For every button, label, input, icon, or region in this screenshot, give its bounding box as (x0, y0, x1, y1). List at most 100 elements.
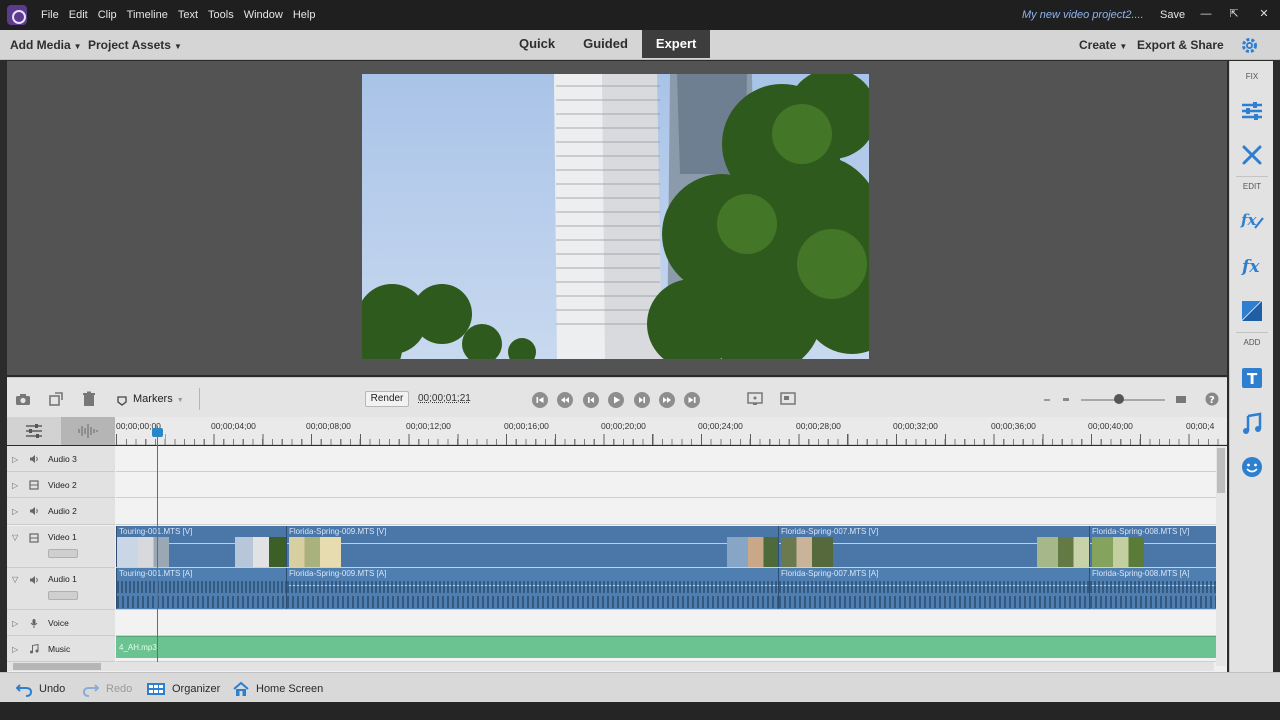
tab-guided[interactable]: Guided (569, 30, 642, 58)
playhead-handle[interactable] (152, 428, 163, 437)
menu-file[interactable]: File (41, 9, 59, 21)
play-icon[interactable] (608, 392, 624, 408)
expand-icon[interactable]: ▷ (12, 507, 18, 516)
expand-icon[interactable]: ▷ (12, 645, 18, 654)
organizer-button[interactable]: Organizer (146, 681, 220, 697)
timecode-display[interactable]: 00;00;01;21 (418, 393, 471, 404)
collapse-icon[interactable]: ▽ (12, 575, 18, 584)
help-icon[interactable]: ? (1204, 391, 1220, 407)
marker-icon[interactable] (117, 393, 127, 406)
menu-edit[interactable]: Edit (69, 9, 88, 21)
redo-button[interactable]: Redo (82, 681, 132, 697)
audio-clip[interactable]: Touring-001.MTS [A] (116, 568, 286, 609)
music-clip[interactable]: 4_AH.mp3 (116, 636, 1216, 658)
tab-expert[interactable]: Expert (641, 30, 711, 58)
track-settings-icon[interactable] (7, 417, 61, 445)
playhead-line[interactable] (157, 426, 158, 666)
gear-icon[interactable] (1241, 37, 1258, 54)
ruler-scale[interactable]: 00;00;00;00 00;00;04;00 00;00;08;00 00;0… (116, 417, 1227, 445)
video-clip[interactable]: Florida-Spring-008.MTS [V] (1089, 526, 1216, 567)
fullscreen-icon[interactable] (780, 391, 796, 407)
menu-clip[interactable]: Clip (98, 9, 117, 21)
music-icon[interactable] (1240, 412, 1264, 436)
audio-clip[interactable]: Florida-Spring-007.MTS [A] (778, 568, 1089, 609)
markers-dropdown[interactable]: Markers ▼ (133, 393, 184, 405)
expand-icon[interactable]: ▷ (12, 481, 18, 490)
audio-clip[interactable]: Florida-Spring-009.MTS [A] (286, 568, 778, 609)
track-lane-audio-2[interactable] (116, 498, 1216, 525)
rewind-icon[interactable] (557, 392, 573, 408)
save-button[interactable]: Save (1160, 9, 1185, 21)
expand-icon[interactable]: ▷ (12, 455, 18, 464)
track-controls[interactable] (48, 591, 78, 600)
applied-effects-icon[interactable]: fx (1240, 208, 1264, 232)
timeline-ruler[interactable]: 00;00;00;00 00;00;04;00 00;00;08;00 00;0… (7, 417, 1227, 445)
track-lane-music[interactable]: 4_AH.mp3 (116, 636, 1216, 662)
menu-timeline[interactable]: Timeline (127, 9, 168, 21)
video-clip[interactable]: Touring-001.MTS [V] (116, 526, 286, 567)
render-button[interactable]: Render (365, 391, 409, 407)
titles-icon[interactable]: T (1240, 366, 1264, 390)
track-controls[interactable] (48, 549, 78, 558)
horizontal-scrollbar[interactable] (7, 662, 1214, 671)
audio-clip[interactable]: Florida-Spring-008.MTS [A] (1089, 568, 1216, 609)
track-header-audio-2[interactable]: ▷ Audio 2 (7, 498, 115, 525)
zoom-out-fit-icon[interactable] (1043, 391, 1051, 407)
detach-icon[interactable] (48, 391, 64, 407)
graphics-icon[interactable] (1240, 455, 1264, 479)
menu-window[interactable]: Window (244, 9, 283, 21)
menu-help[interactable]: Help (293, 9, 316, 21)
scrollbar-thumb[interactable] (1217, 448, 1225, 493)
close-icon[interactable]: ✕ (1253, 4, 1275, 24)
transitions-icon[interactable] (1240, 299, 1264, 323)
project-name[interactable]: My new video project2.... (1022, 9, 1144, 21)
expand-icon[interactable]: ▷ (12, 619, 18, 628)
track-lane-audio-3[interactable] (116, 446, 1216, 472)
track-name: Music (48, 644, 71, 654)
track-lane-video-1[interactable]: Touring-001.MTS [V] Florida-Spring-009.M… (116, 526, 1216, 568)
create-button[interactable]: Create ▼ (1079, 38, 1127, 52)
goto-start-icon[interactable] (532, 392, 548, 408)
video-clip[interactable]: Florida-Spring-007.MTS [V] (778, 526, 1089, 567)
monitor-icon[interactable] (747, 391, 763, 407)
camera-icon[interactable] (15, 391, 31, 407)
fast-forward-icon[interactable] (659, 392, 675, 408)
step-forward-icon[interactable] (634, 392, 650, 408)
track-header-music[interactable]: ▷ Music (7, 636, 115, 662)
collapse-icon[interactable]: ▽ (12, 533, 18, 542)
video-clip[interactable]: Florida-Spring-009.MTS [V] (286, 526, 778, 567)
minimize-icon[interactable]: — (1195, 4, 1217, 24)
zoom-out-icon[interactable] (1062, 391, 1070, 407)
menu-tools[interactable]: Tools (208, 9, 234, 21)
effects-icon[interactable]: fx (1240, 254, 1264, 278)
track-header-voice[interactable]: ▷ Voice (7, 610, 115, 636)
trash-icon[interactable] (81, 391, 97, 407)
project-assets-button[interactable]: Project Assets ▼ (88, 38, 182, 52)
track-header-video-2[interactable]: ▷ Video 2 (7, 472, 115, 498)
add-media-button[interactable]: Add Media ▼ (10, 38, 82, 52)
export-share-button[interactable]: Export & Share (1137, 38, 1224, 52)
undo-label: Undo (39, 683, 66, 695)
restore-icon[interactable]: ⇱ (1223, 4, 1245, 24)
adjust-icon[interactable] (1240, 99, 1264, 123)
scrollbar-thumb[interactable] (13, 663, 101, 670)
menu-text[interactable]: Text (178, 9, 198, 21)
video-preview-frame[interactable] (362, 74, 869, 359)
zoom-slider-handle[interactable] (1114, 394, 1124, 404)
track-lane-voice[interactable] (116, 610, 1216, 636)
tab-quick[interactable]: Quick (505, 30, 569, 58)
track-header-video-1[interactable]: ▽ Video 1 (7, 526, 115, 568)
audio-waveform (287, 581, 778, 593)
track-lane-video-2[interactable] (116, 472, 1216, 498)
track-header-audio-1[interactable]: ▽ Audio 1 (7, 568, 115, 610)
step-back-icon[interactable] (583, 392, 599, 408)
zoom-in-icon[interactable] (1175, 391, 1187, 407)
track-header-audio-3[interactable]: ▷ Audio 3 (7, 446, 115, 472)
tools-icon[interactable] (1240, 143, 1264, 167)
track-lane-audio-1[interactable]: Touring-001.MTS [A] Florida-Spring-009.M… (116, 568, 1216, 610)
goto-end-icon[interactable] (684, 392, 700, 408)
undo-button[interactable]: Undo (15, 681, 65, 697)
vertical-scrollbar[interactable] (1216, 446, 1226, 666)
audio-waveform-icon[interactable] (61, 417, 115, 445)
home-screen-button[interactable]: Home Screen (232, 681, 323, 697)
